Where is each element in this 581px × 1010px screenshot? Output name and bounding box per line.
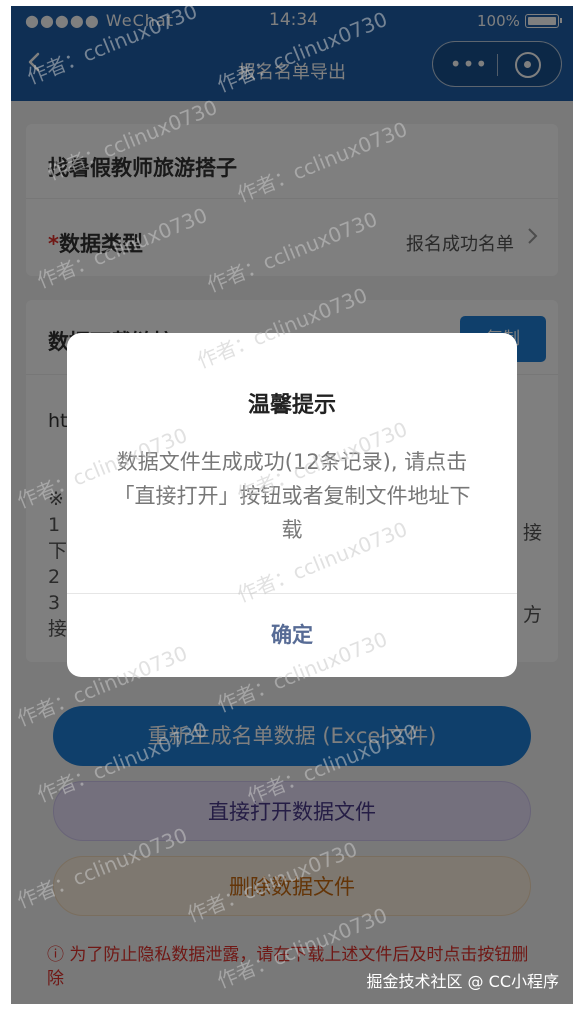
modal-title: 温馨提示 xyxy=(247,393,336,418)
source-tag: 掘金技术社区 @ CC小程序 xyxy=(366,972,559,991)
modal-message: 数据文件生成成功(12条记录), 请点击「直接打开」按钮或者复制文件地址下载 xyxy=(113,450,471,542)
tip-modal: 温馨提示 数据文件生成成功(12条记录), 请点击「直接打开」按钮或者复制文件地… xyxy=(67,333,517,677)
phone-screen: ●●●●● WeChat 14:34 100% 报名名单导出 ••• 找暑假教师… xyxy=(11,6,573,1004)
confirm-button[interactable]: 确定 xyxy=(67,594,517,677)
